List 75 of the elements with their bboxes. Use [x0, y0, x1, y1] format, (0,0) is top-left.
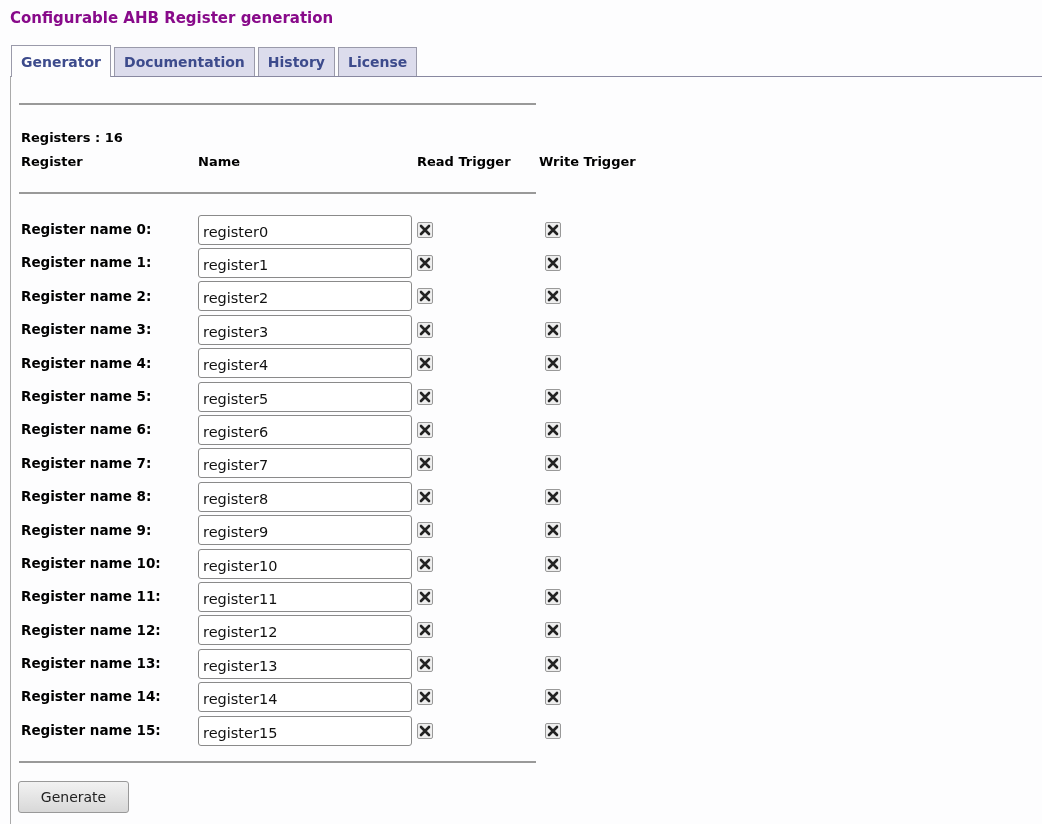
register-name-field[interactable]: register7	[198, 448, 412, 479]
register-name-field[interactable]: register12	[198, 615, 412, 646]
register-name-field[interactable]: register3	[198, 314, 412, 345]
checkbox[interactable]	[545, 655, 561, 672]
checkbox[interactable]	[417, 221, 433, 238]
tab[interactable]: License	[338, 47, 418, 76]
register-name-field[interactable]: register2	[198, 281, 412, 312]
checkbox[interactable]	[545, 555, 561, 572]
checkbox[interactable]	[417, 488, 433, 505]
field-label: Register name 11:	[21, 587, 162, 607]
checkbox[interactable]	[417, 689, 433, 706]
checkbox[interactable]	[417, 255, 433, 272]
checkbox[interactable]	[545, 288, 561, 305]
checkbox[interactable]	[417, 722, 433, 739]
checkbox[interactable]	[545, 622, 561, 639]
field-label: Register name 15:	[21, 720, 162, 740]
checkbox[interactable]	[545, 388, 561, 405]
checkbox[interactable]	[417, 555, 433, 572]
checkbox[interactable]	[545, 455, 561, 472]
register-name-field[interactable]: register5	[198, 381, 412, 412]
tab[interactable]: Documentation	[114, 47, 255, 76]
register-name-field[interactable]: register11	[198, 582, 412, 612]
checkbox[interactable]	[417, 522, 433, 539]
checkbox[interactable]	[417, 589, 433, 605]
register-name-field[interactable]: register15	[198, 715, 412, 746]
register-name-field[interactable]: register6	[198, 415, 412, 446]
checkbox[interactable]	[545, 689, 561, 706]
field-label: Register name 12:	[21, 620, 162, 640]
register-name-field[interactable]: register4	[198, 348, 412, 379]
field-label: Register name 4:	[21, 353, 153, 373]
checkbox[interactable]	[545, 488, 561, 505]
column-header: Name	[198, 153, 241, 170]
register-name-field[interactable]: register13	[198, 648, 412, 679]
field-label: Register name 3:	[21, 320, 153, 340]
field-label: Register name 13:	[21, 654, 162, 674]
tab[interactable]: Generator	[11, 45, 111, 77]
field-label: Register name 5:	[21, 386, 153, 406]
checkbox[interactable]	[417, 622, 433, 639]
checkbox[interactable]	[545, 321, 561, 338]
register-name-field[interactable]: register14	[198, 682, 412, 713]
register-name-field[interactable]: register1	[198, 248, 412, 279]
checkbox[interactable]	[545, 422, 561, 439]
column-header: Read Trigger	[417, 153, 512, 170]
field-label: Register name 2:	[21, 286, 153, 306]
checkbox[interactable]	[417, 455, 433, 472]
field-label: Register name 14:	[21, 687, 162, 707]
column-header: Write Trigger	[539, 153, 637, 170]
register-name-field[interactable]: register9	[198, 515, 412, 546]
generate-button[interactable]: Generate	[18, 781, 129, 814]
checkbox[interactable]	[417, 655, 433, 672]
checkbox[interactable]	[417, 321, 433, 338]
field-label: Register name 10:	[21, 553, 162, 573]
checkbox[interactable]	[545, 589, 561, 605]
checkbox[interactable]	[545, 722, 561, 739]
page-title: Configurable AHB Register generation	[10, 8, 335, 28]
field-label: Register name 1:	[21, 253, 153, 273]
checkbox[interactable]	[545, 355, 561, 372]
checkbox[interactable]	[417, 388, 433, 405]
field-label: Register name 8:	[21, 487, 153, 507]
field-label: Register name 6:	[21, 420, 153, 440]
tab[interactable]: History	[257, 47, 335, 76]
field-label: Register name 0:	[21, 220, 153, 239]
checkbox[interactable]	[417, 288, 433, 305]
column-header: Register	[21, 153, 84, 170]
field-label: Register name 9:	[21, 520, 153, 540]
checkbox[interactable]	[545, 522, 561, 539]
checkbox[interactable]	[545, 255, 561, 272]
register-name-field[interactable]: register0	[198, 214, 412, 245]
register-name-field[interactable]: register10	[198, 548, 412, 579]
checkbox[interactable]	[417, 422, 433, 439]
checkbox[interactable]	[545, 221, 561, 238]
register-name-field[interactable]: register8	[198, 481, 412, 512]
checkbox[interactable]	[417, 355, 433, 372]
field-label: Register name 7:	[21, 453, 153, 473]
register-count: Registers : 16	[21, 129, 124, 146]
